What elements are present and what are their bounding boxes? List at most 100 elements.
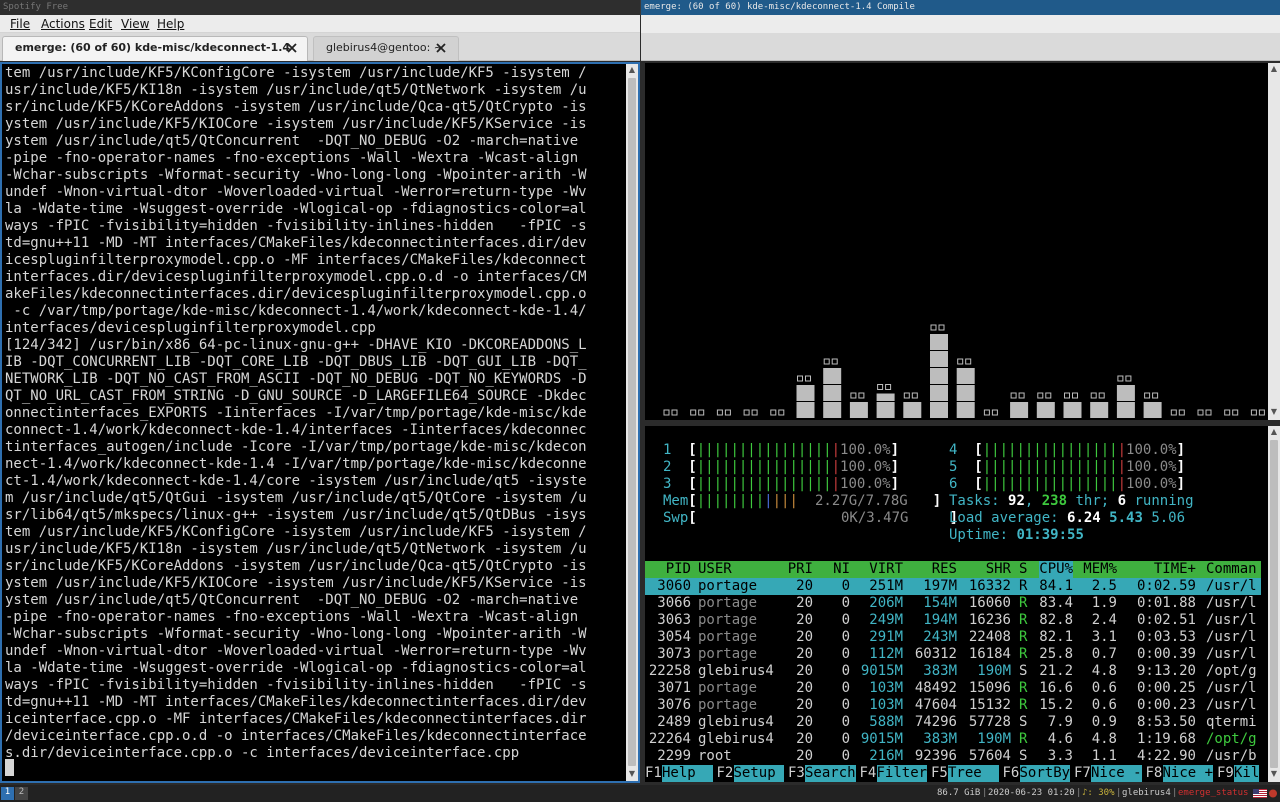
- scroll-down-icon[interactable]: ▼: [627, 769, 637, 779]
- workspace-1[interactable]: 1: [1, 787, 14, 800]
- column-header-mem[interactable]: MEM%: [1083, 561, 1117, 578]
- column-header-cpu[interactable]: CPU%: [1039, 561, 1073, 578]
- cell-pri: 20: [796, 578, 813, 594]
- htop-scrollbar[interactable]: ▲ ▼: [1268, 426, 1280, 782]
- table-row[interactable]: 3076 portage 20 0 103M 47604 15132 R 15.2 0.6 0:00…: [645, 697, 1261, 714]
- scroll-up-icon[interactable]: ▲: [1269, 64, 1279, 74]
- close-icon[interactable]: [435, 42, 447, 54]
- cpu-percent: 100.0%: [840, 459, 891, 475]
- tab-shell[interactable]: glebirus4@gentoo: ~: [313, 36, 459, 61]
- terminal-line: IB -DQT_CONCURRENT_LIB -DQT_CORE_LIB -DQ…: [5, 354, 587, 370]
- table-row[interactable]: 2489 glebirus4 20 0 588M 74296 57728 S 7.9 0.9 8:5…: [645, 714, 1261, 731]
- table-row[interactable]: 3073 portage 20 0 112M 60312 16184 R 25.8 0.7 0:00…: [645, 646, 1261, 663]
- column-header-res[interactable]: RES: [932, 561, 957, 578]
- terminal-line: la -Wdate-time -Wsuggest-override -Wlogi…: [5, 660, 587, 676]
- cell-pri: 20: [796, 748, 813, 764]
- column-header-pid[interactable]: PID: [666, 561, 691, 578]
- htop-pane[interactable]: 1 [|||||||||||||||||100.0%] 2 [||||||||||…: [645, 426, 1268, 782]
- cell-ni: 0: [841, 680, 850, 696]
- column-header-shr[interactable]: SHR: [986, 561, 1011, 578]
- cell-user: portage: [698, 595, 758, 611]
- column-header-ni[interactable]: NI: [833, 561, 850, 578]
- tab-emerge[interactable]: emerge: (60 of 60) kde-misc/kdeconnect-1…: [2, 36, 308, 76]
- graph-bar: [849, 392, 868, 418]
- fkey-f5[interactable]: Tree: [948, 765, 999, 782]
- scroll-down-icon[interactable]: ▼: [1269, 407, 1279, 417]
- terminal-pane[interactable]: tem /usr/include/KF5/KConfigCore -isyste…: [0, 62, 640, 783]
- cell-user: root: [698, 748, 732, 764]
- table-row[interactable]: 22264 glebirus4 20 0 9015M 383M 190M R 4.6 4.8 1:1…: [645, 731, 1261, 748]
- table-row[interactable]: 3060 portage 20 0 251M 197M 16332 R 84.1 2.5 0:02.…: [645, 578, 1261, 595]
- menu-view[interactable]: View: [121, 17, 149, 31]
- graph-scrollbar[interactable]: ▲ ▼: [1268, 63, 1280, 420]
- scroll-down-icon[interactable]: ▼: [1269, 769, 1279, 779]
- terminal-line: tinterfaces_autogen/include -Icore -I/va…: [5, 439, 587, 455]
- fkey-f6[interactable]: SortBy: [1019, 765, 1071, 782]
- cell-cpu: 16.6: [1039, 680, 1073, 696]
- scroll-up-icon[interactable]: ▲: [1269, 427, 1279, 437]
- cell-time: 9:13.20: [1136, 663, 1196, 679]
- table-row[interactable]: 3054 portage 20 0 291M 243M 22408 R 82.1 3.1 0:03.…: [645, 629, 1261, 646]
- cell-ni: 0: [841, 714, 850, 730]
- cell-time: 0:01.88: [1136, 595, 1196, 611]
- graph-bar: [1197, 409, 1212, 416]
- terminal-line: interfaces.dir/devicespluginfilterproxym…: [5, 269, 587, 285]
- activity-bar-graph: [663, 324, 1265, 418]
- fkey-f8[interactable]: Nice +: [1162, 765, 1214, 782]
- column-header-comman[interactable]: Comman: [1206, 561, 1257, 578]
- cell-virt: 249M: [869, 612, 903, 628]
- cpu-meter-5: 5 [|||||||||||||||||100.0%]: [949, 459, 1186, 475]
- graph-bar: [1063, 392, 1082, 418]
- process-table-header[interactable]: PID USER PRI NI VIRT RES SHR S CPU% MEM% TIME+ Comm…: [645, 561, 1261, 578]
- mem-value: 2.27G/7.78G: [815, 493, 908, 509]
- cell-s: R: [1019, 646, 1028, 662]
- graph-bar: [903, 392, 922, 418]
- cell-cmd: /usr/l: [1206, 680, 1257, 696]
- fkey-f9[interactable]: Kil: [1234, 765, 1260, 782]
- terminal-scrollbar[interactable]: ▲ ▼: [626, 64, 638, 781]
- column-header-virt[interactable]: VIRT: [869, 561, 903, 578]
- workspace-2[interactable]: 2: [15, 787, 28, 800]
- fkey-f3[interactable]: Search: [805, 765, 856, 782]
- tray-icon[interactable]: [1268, 789, 1278, 798]
- fkey-f7[interactable]: Nice -: [1091, 765, 1142, 782]
- column-header-time[interactable]: TIME+: [1154, 561, 1196, 578]
- cell-mem: 4.8: [1091, 663, 1117, 679]
- swp-meter: Swp[ ]: [663, 510, 959, 526]
- tab-bar-right: [641, 33, 1280, 61]
- column-header-user[interactable]: USER: [698, 561, 732, 578]
- column-header-pri[interactable]: PRI: [788, 561, 813, 578]
- table-row[interactable]: 3063 portage 20 0 249M 194M 16236 R 82.8 2.4 0:02.…: [645, 612, 1261, 629]
- fkey-number: F4: [859, 765, 877, 781]
- table-row[interactable]: 3071 portage 20 0 103M 48492 15096 R 16.6 0.6 0:00…: [645, 680, 1261, 697]
- graph-bar: [823, 358, 842, 418]
- cell-cpu: 21.2: [1039, 663, 1073, 679]
- close-icon[interactable]: [286, 42, 298, 54]
- fkey-f4[interactable]: Filter: [876, 765, 928, 782]
- fkey-f2[interactable]: Setup: [733, 765, 785, 782]
- scrollbar-thumb[interactable]: [1270, 440, 1278, 768]
- menu-file[interactable]: File: [10, 17, 30, 31]
- cell-pid: 3060: [657, 578, 691, 594]
- scroll-up-icon[interactable]: ▲: [627, 65, 637, 75]
- menu-edit[interactable]: Edit: [89, 17, 112, 31]
- table-row[interactable]: 22258 glebirus4 20 0 9015M 383M 190M S 21.2 4.8 9:…: [645, 663, 1261, 680]
- menu-actions[interactable]: Actions: [41, 17, 85, 31]
- menu-help[interactable]: Help: [157, 17, 184, 31]
- graph-bar: [743, 409, 758, 416]
- fkey-f1[interactable]: Help: [662, 765, 713, 782]
- table-row[interactable]: 3066 portage 20 0 206M 154M 16060 R 83.4 1.9 0:01.…: [645, 595, 1261, 612]
- volume[interactable]: ♪: 30%: [1082, 785, 1115, 802]
- cell-cmd: /usr/l: [1206, 629, 1257, 645]
- cell-shr: 16332: [968, 578, 1011, 594]
- cell-cmd: /usr/l: [1206, 578, 1257, 594]
- date-time: 2020-06-23 01:20: [988, 788, 1075, 798]
- us-flag-icon[interactable]: [1253, 789, 1267, 798]
- table-row[interactable]: 2299 root 20 0 216M 92396 57604 S 3.3 1.1 4:22.90 /…: [645, 748, 1261, 765]
- cell-shr: 57604: [968, 748, 1011, 764]
- cell-virt: 9015M: [860, 731, 903, 747]
- cell-time: 0:00.39: [1136, 646, 1196, 662]
- terminal-line: la -Wdate-time -Wsuggest-override -Wlogi…: [5, 201, 587, 217]
- scrollbar-thumb[interactable]: [628, 78, 636, 766]
- column-header-s[interactable]: S: [1019, 561, 1027, 578]
